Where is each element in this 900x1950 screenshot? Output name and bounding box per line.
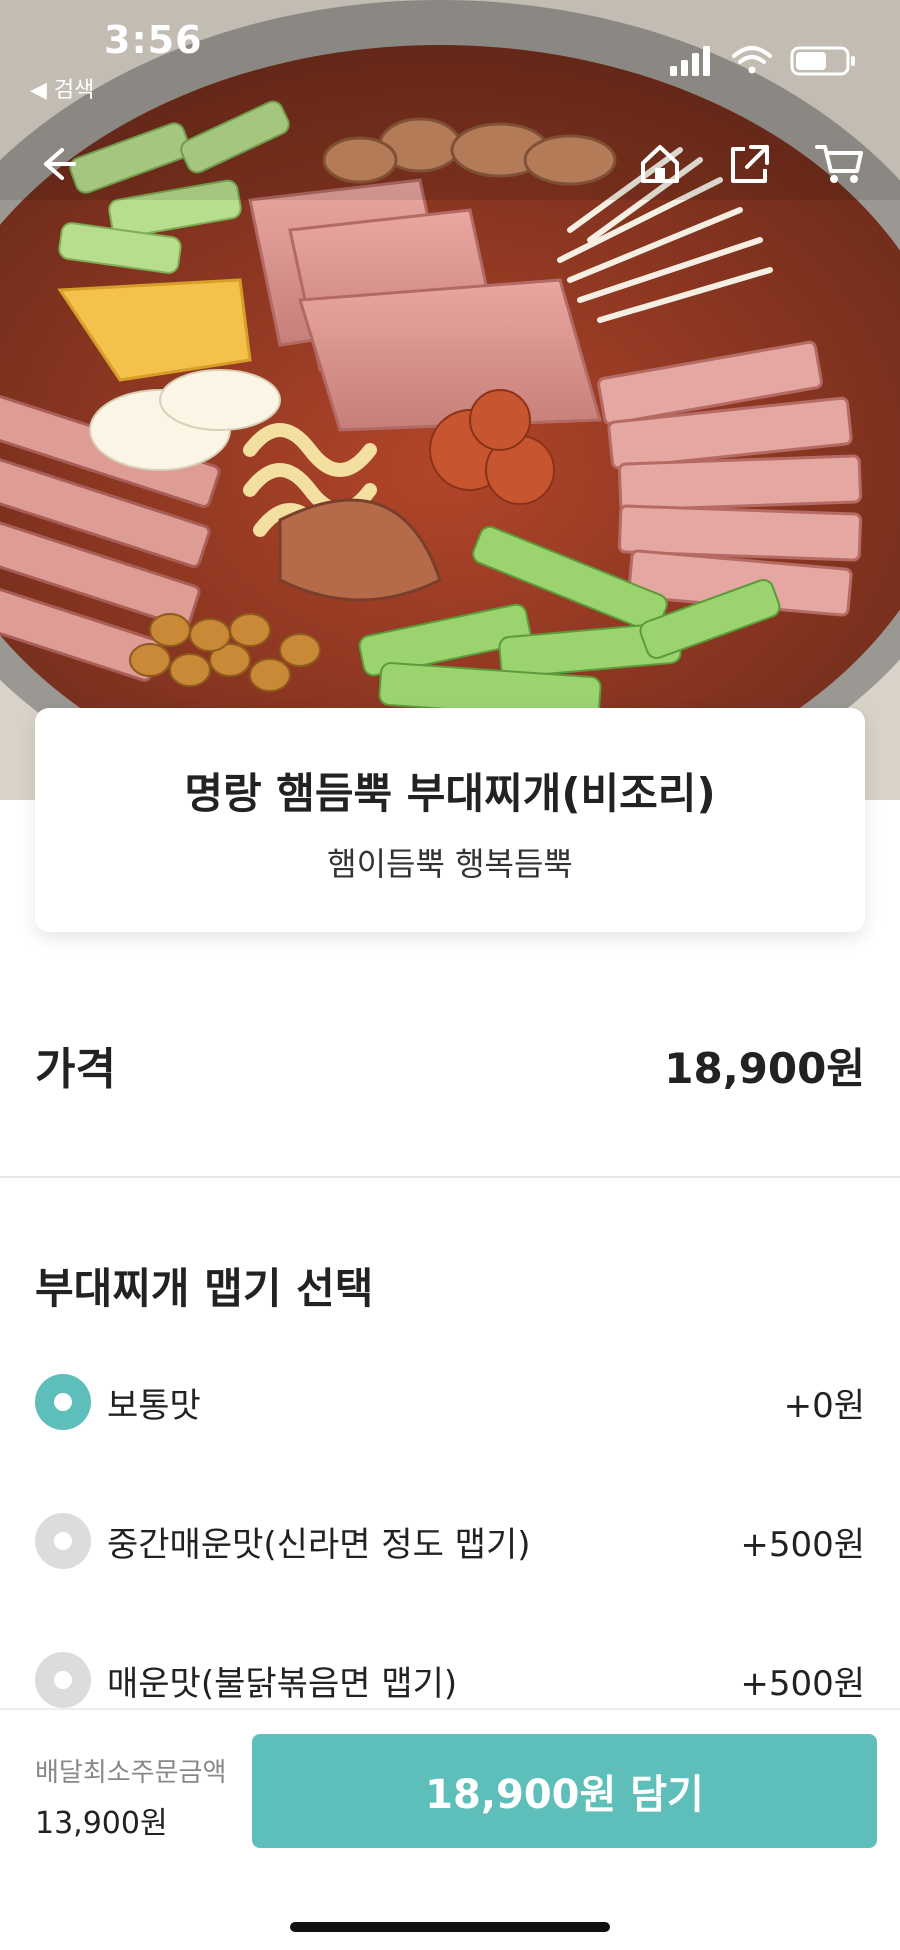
radio-unselected-icon[interactable] — [35, 1652, 91, 1708]
product-hero-image — [0, 0, 900, 800]
min-order-value: 13,900원 — [35, 1806, 168, 1841]
status-bar: 3:56 ◀ 검색 — [0, 0, 900, 110]
option-item-spicy[interactable]: 매운맛(불닭볶음면 맵기) +500원 — [35, 1650, 865, 1710]
product-title-card: 명랑 햄듬뿍 부대찌개(비조리) 햄이듬뿍 행복듬뿍 — [35, 708, 865, 932]
spice-level-title: 부대찌개 맵기 선택 — [35, 1264, 374, 1313]
wifi-icon — [732, 46, 772, 74]
min-order-label: 배달최소주문금액 — [35, 1758, 227, 1788]
battery-icon — [790, 46, 855, 76]
home-indicator — [290, 1922, 610, 1932]
option-price: +0원 — [783, 1385, 865, 1426]
option-label: 중간매운맛(신라면 정도 맵기) — [107, 1524, 531, 1565]
option-label: 매운맛(불닭볶음면 맵기) — [107, 1663, 458, 1704]
product-name: 명랑 햄듬뿍 부대찌개(비조리) — [184, 769, 716, 818]
section-divider — [0, 1176, 900, 1178]
option-item-medium-spicy[interactable]: 중간매운맛(신라면 정도 맵기) +500원 — [35, 1511, 865, 1571]
price-label: 가격 — [35, 1044, 116, 1095]
option-item-normal[interactable]: 보통맛 +0원 — [35, 1372, 865, 1432]
home-icon[interactable] — [632, 136, 688, 192]
price-value: 18,900원 — [664, 1043, 865, 1093]
option-price: +500원 — [740, 1524, 865, 1565]
status-time: 3:56 — [104, 18, 203, 62]
back-arrow-icon[interactable] — [28, 136, 84, 192]
top-navigation — [0, 130, 900, 200]
radio-unselected-icon[interactable] — [35, 1513, 91, 1569]
cart-icon[interactable] — [812, 136, 868, 192]
radio-selected-icon[interactable] — [35, 1374, 91, 1430]
budae-jjigae-illustration — [0, 0, 900, 800]
option-price: +500원 — [740, 1663, 865, 1704]
share-icon[interactable] — [722, 136, 778, 192]
bottom-order-bar: 배달최소주문금액 13,900원 18,900원 담기 — [0, 1708, 900, 1950]
add-to-cart-button[interactable]: 18,900원 담기 — [252, 1734, 877, 1848]
option-label: 보통맛 — [107, 1385, 201, 1426]
price-row: 가격 18,900원 — [35, 1035, 865, 1096]
product-subtitle: 햄이듬뿍 행복듬뿍 — [327, 845, 573, 883]
back-to-search-link[interactable]: ◀ 검색 — [30, 72, 94, 104]
signal-icon — [670, 46, 710, 76]
status-icons — [670, 46, 855, 76]
